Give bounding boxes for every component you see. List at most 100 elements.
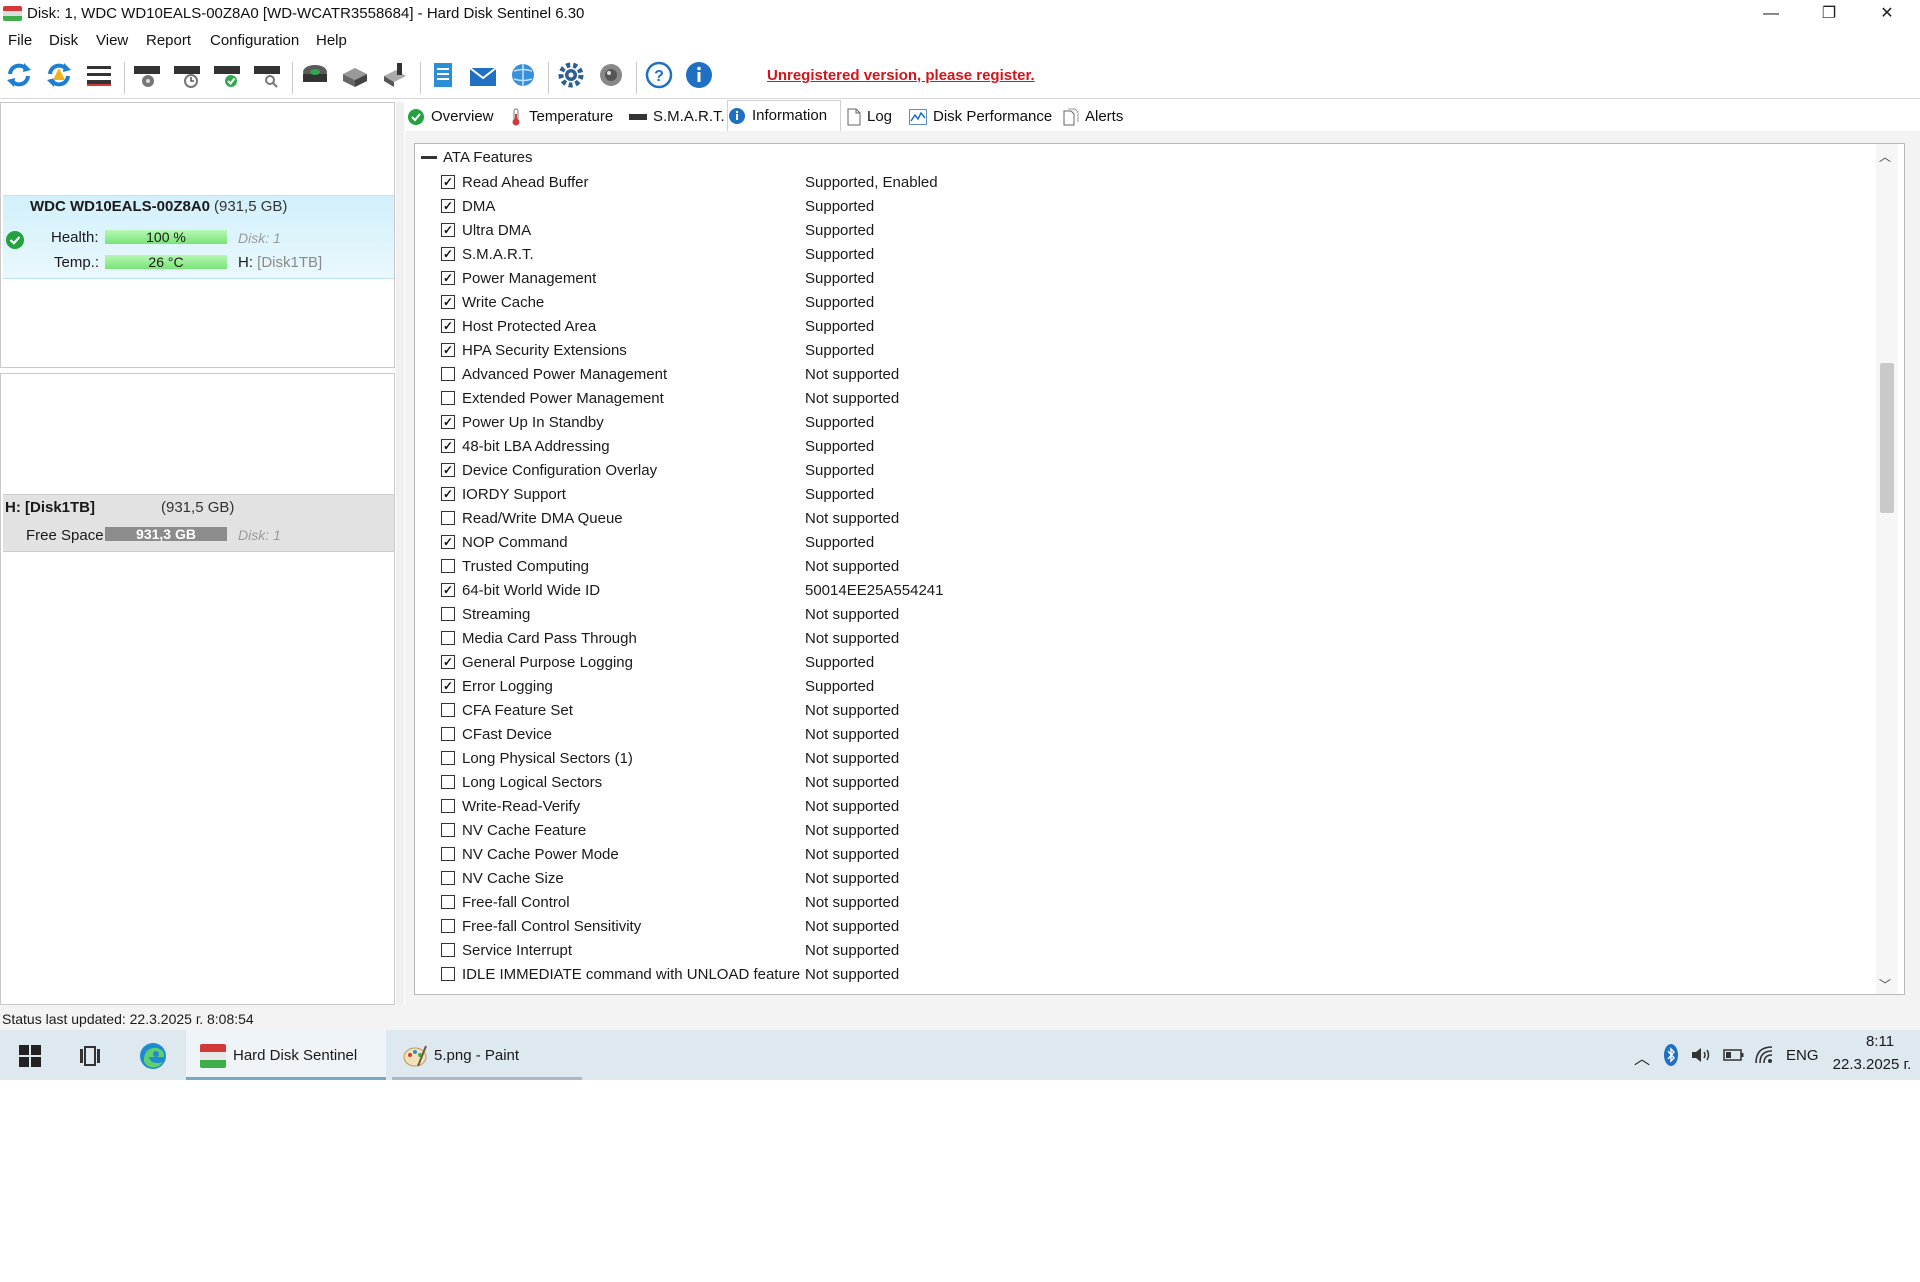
checkbox-unchecked[interactable] (441, 631, 455, 645)
checkbox-unchecked[interactable] (441, 559, 455, 573)
feature-row[interactable]: ✓ 48-bit LBA Addressing Supported (441, 435, 1861, 459)
feature-row[interactable]: Trusted Computing Not supported (441, 555, 1861, 579)
feature-row[interactable]: Extended Power Management Not supported (441, 387, 1861, 411)
task-view-icon[interactable] (78, 1045, 100, 1067)
disk-test-icon[interactable] (132, 60, 162, 90)
help-icon[interactable]: ? (644, 60, 674, 90)
email-icon[interactable] (468, 60, 498, 90)
hardware-icon[interactable] (340, 60, 370, 90)
checkbox-checked[interactable]: ✓ (441, 319, 455, 333)
checkbox-checked[interactable]: ✓ (441, 439, 455, 453)
feature-row[interactable]: ✓ Ultra DMA Supported (441, 219, 1861, 243)
checkbox-checked[interactable]: ✓ (441, 175, 455, 189)
wifi-icon[interactable] (1754, 1045, 1774, 1065)
feature-row[interactable]: ✓ Write Cache Supported (441, 291, 1861, 315)
menu-report[interactable]: Report (146, 32, 191, 49)
feature-row[interactable]: Read/Write DMA Queue Not supported (441, 507, 1861, 531)
tab-temperature[interactable]: Temperature (509, 102, 621, 132)
feature-row[interactable]: Free-fall Control Sensitivity Not support… (441, 915, 1861, 939)
checkbox-checked[interactable]: ✓ (441, 199, 455, 213)
clock-date[interactable]: 22.3.2025 г. (1826, 1056, 1918, 1073)
system-tray-chevron-icon[interactable]: ︿ (1634, 1045, 1650, 1069)
checkbox-checked[interactable]: ✓ (441, 487, 455, 501)
scrollbar-thumb[interactable] (1880, 363, 1894, 513)
feature-row[interactable]: ✓ Power Up In Standby Supported (441, 411, 1861, 435)
checkbox-unchecked[interactable] (441, 775, 455, 789)
group-header[interactable]: ATA Features (421, 149, 532, 166)
feature-row[interactable]: ✓ Host Protected Area Supported (441, 315, 1861, 339)
checkbox-checked[interactable]: ✓ (441, 271, 455, 285)
feature-row[interactable]: ✓ 64-bit World Wide ID 50014EE25A554241 (441, 579, 1861, 603)
collapse-icon[interactable] (421, 155, 437, 159)
checkbox-unchecked[interactable] (441, 943, 455, 957)
volume-icon[interactable] (1690, 1046, 1712, 1064)
feature-row[interactable]: IDLE IMMEDIATE command with UNLOAD featu… (441, 963, 1861, 987)
web-report-icon[interactable] (508, 60, 538, 90)
feature-row[interactable]: ✓ S.M.A.R.T. Supported (441, 243, 1861, 267)
checkbox-checked[interactable]: ✓ (441, 295, 455, 309)
checkbox-checked[interactable]: ✓ (441, 583, 455, 597)
battery-icon[interactable] (1723, 1048, 1745, 1062)
register-link[interactable]: Unregistered version, please register. (767, 67, 1035, 84)
edge-browser-icon[interactable] (138, 1041, 168, 1071)
language-indicator[interactable]: ENG (1786, 1047, 1819, 1064)
checkbox-unchecked[interactable] (441, 799, 455, 813)
about-icon[interactable] (684, 60, 714, 90)
menu-help[interactable]: Help (316, 32, 347, 49)
checkbox-unchecked[interactable] (441, 607, 455, 621)
checkbox-unchecked[interactable] (441, 703, 455, 717)
scroll-down-icon[interactable]: ﹀ (1879, 976, 1891, 993)
checkbox-unchecked[interactable] (441, 847, 455, 861)
feature-row[interactable]: Long Logical Sectors Not supported (441, 771, 1861, 795)
feature-row[interactable]: ✓ DMA Supported (441, 195, 1861, 219)
checkbox-unchecked[interactable] (441, 727, 455, 741)
menu-disk[interactable]: Disk (49, 32, 78, 49)
tab-log[interactable]: Log (847, 102, 901, 132)
checkbox-checked[interactable]: ✓ (441, 415, 455, 429)
feature-row[interactable]: Streaming Not supported (441, 603, 1861, 627)
bluetooth-icon[interactable] (1664, 1044, 1678, 1066)
scroll-up-icon[interactable]: ︿ (1879, 148, 1891, 165)
checkbox-checked[interactable]: ✓ (441, 343, 455, 357)
checkbox-checked[interactable]: ✓ (441, 463, 455, 477)
menu-file[interactable]: File (8, 32, 32, 49)
sound-icon[interactable] (596, 60, 626, 90)
vertical-scrollbar[interactable] (1876, 144, 1898, 994)
disk-schedule-icon[interactable] (172, 60, 202, 90)
feature-row[interactable]: NV Cache Power Mode Not supported (441, 843, 1861, 867)
feature-row[interactable]: Long Physical Sectors (1) Not supported (441, 747, 1861, 771)
gear-icon[interactable] (556, 60, 586, 90)
feature-row[interactable]: Write-Read-Verify Not supported (441, 795, 1861, 819)
checkbox-unchecked[interactable] (441, 895, 455, 909)
feature-row[interactable]: ✓ Device Configuration Overlay Supported (441, 459, 1861, 483)
disk-list-icon[interactable] (84, 60, 114, 90)
feature-row[interactable]: Media Card Pass Through Not supported (441, 627, 1861, 651)
feature-row[interactable]: CFast Device Not supported (441, 723, 1861, 747)
feature-row[interactable]: ✓ HPA Security Extensions Supported (441, 339, 1861, 363)
menu-view[interactable]: View (96, 32, 128, 49)
tab-disk-performance[interactable]: Disk Performance (909, 102, 1053, 132)
checkbox-unchecked[interactable] (441, 871, 455, 885)
checkbox-checked[interactable]: ✓ (441, 223, 455, 237)
tab-smart[interactable]: S.M.A.R.T. (629, 102, 725, 132)
refresh-all-icon[interactable] (44, 60, 74, 90)
checkbox-checked[interactable]: ✓ (441, 535, 455, 549)
minimize-button[interactable]: — (1742, 0, 1800, 28)
checkbox-unchecked[interactable] (441, 367, 455, 381)
checkbox-unchecked[interactable] (441, 823, 455, 837)
menu-configuration[interactable]: Configuration (210, 32, 299, 49)
checkbox-unchecked[interactable] (441, 511, 455, 525)
checkbox-unchecked[interactable] (441, 391, 455, 405)
panel-splitter[interactable] (396, 102, 404, 1005)
feature-row[interactable]: Advanced Power Management Not supported (441, 363, 1861, 387)
feature-row[interactable]: ✓ Read Ahead Buffer Supported, Enabled (441, 171, 1861, 195)
checkbox-unchecked[interactable] (441, 751, 455, 765)
refresh-icon[interactable] (4, 60, 34, 90)
feature-row[interactable]: NV Cache Feature Not supported (441, 819, 1861, 843)
feature-row[interactable]: ✓ Power Management Supported (441, 267, 1861, 291)
report-icon[interactable] (428, 60, 458, 90)
disk-search-icon[interactable] (252, 60, 282, 90)
tab-alerts[interactable]: Alerts (1063, 102, 1133, 132)
feature-row[interactable]: NV Cache Size Not supported (441, 867, 1861, 891)
feature-row[interactable]: ✓ IORDY Support Supported (441, 483, 1861, 507)
